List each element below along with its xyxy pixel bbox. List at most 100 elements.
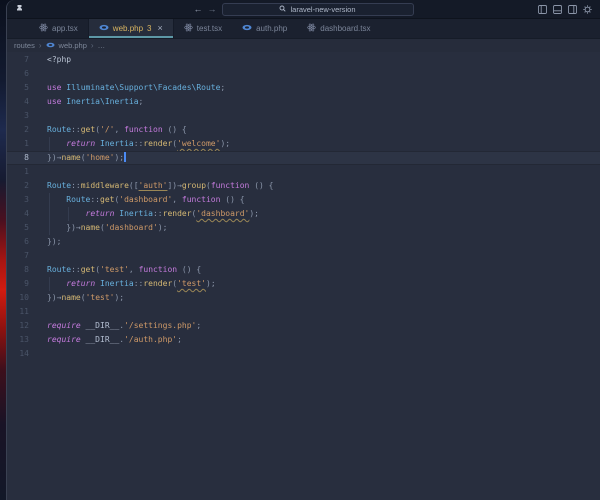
breadcrumb-tail[interactable]: … <box>98 41 106 50</box>
code-line[interactable]: 7 <?php <box>7 53 600 67</box>
line-text: require __DIR__.'/settings.php'; <box>47 319 201 333</box>
line-text: Route::get('test', function () { <box>47 263 201 277</box>
settings-gear-icon[interactable] <box>583 5 592 14</box>
line-number: 6 <box>7 67 29 81</box>
tab-app-tsx[interactable]: app.tsx <box>29 19 88 38</box>
line-text: <?php <box>47 53 71 67</box>
code-line[interactable]: 3 Route::get('dashboard', function () { <box>7 193 600 207</box>
code-line[interactable]: 2Route::middleware(['auth'])→group(funct… <box>7 179 600 193</box>
line-text: })→name('home'); <box>47 151 126 165</box>
code-line[interactable]: 4 return Inertia::render('dashboard'); <box>7 207 600 221</box>
app-icon[interactable] <box>15 0 24 18</box>
breadcrumb-file[interactable]: web.php <box>59 41 87 50</box>
chevron-right-icon: › <box>91 41 94 50</box>
code-line[interactable]: 3 <box>7 109 600 123</box>
line-number: 1 <box>7 165 29 179</box>
php-icon <box>242 23 252 34</box>
tab-label: app.tsx <box>52 24 78 33</box>
code-line[interactable]: 7 <box>7 249 600 263</box>
project-search-box[interactable]: laravel-new-version <box>222 3 414 16</box>
line-text: return Inertia::render('test'); <box>47 277 216 291</box>
toggle-right-dock-icon[interactable] <box>568 5 577 14</box>
indent-guide <box>49 193 50 207</box>
line-text: use Illuminate\Support\Facades\Route; <box>47 81 225 95</box>
chevron-right-icon: › <box>39 41 42 50</box>
indent-guide <box>68 207 69 221</box>
line-number: 5 <box>7 81 29 95</box>
line-number: 8 <box>7 151 29 165</box>
tab-label: auth.php <box>256 24 287 33</box>
title-bar: ← → laravel-new-version <box>7 0 600 19</box>
indent-guide <box>49 221 50 235</box>
line-number: 7 <box>7 249 29 263</box>
titlebar-right <box>414 5 593 14</box>
tab-bar: app.tsx web.php 3 × test.tsx auth.php <box>7 19 600 39</box>
line-number: 7 <box>7 53 29 67</box>
line-number: 11 <box>7 305 29 319</box>
code-line[interactable]: 4 use Inertia\Inertia; <box>7 95 600 109</box>
line-number: 4 <box>7 207 29 221</box>
editor-window: ← → laravel-new-version <box>6 0 600 500</box>
indent-guide <box>49 277 50 291</box>
line-text: return Inertia::render('dashboard'); <box>47 207 259 221</box>
search-icon <box>279 5 286 14</box>
toggle-left-dock-icon[interactable] <box>538 5 547 14</box>
code-line[interactable]: 5 use Illuminate\Support\Facades\Route; <box>7 81 600 95</box>
php-icon <box>99 23 109 34</box>
tab-auth-php[interactable]: auth.php <box>232 19 297 38</box>
line-number: 3 <box>7 193 29 207</box>
close-tab-icon[interactable]: × <box>158 24 163 33</box>
breadcrumb[interactable]: routes › web.php › … <box>7 39 600 52</box>
line-number: 13 <box>7 333 29 347</box>
line-number: 5 <box>7 221 29 235</box>
code-line[interactable]: 12 require __DIR__.'/settings.php'; <box>7 319 600 333</box>
back-button[interactable]: ← <box>194 3 203 15</box>
line-text: }); <box>47 235 61 249</box>
breadcrumb-root[interactable]: routes <box>14 41 35 50</box>
line-text: use Inertia\Inertia; <box>47 95 143 109</box>
code-editor[interactable]: 7<?php65use Illuminate\Support\Facades\R… <box>7 52 600 500</box>
tab-web-php[interactable]: web.php 3 × <box>88 19 174 38</box>
code-line[interactable]: 6 <box>7 67 600 81</box>
code-line[interactable]: 11 <box>7 305 600 319</box>
line-text: Route::middleware(['auth'])→group(functi… <box>47 179 273 193</box>
line-text: })→name('test'); <box>47 291 124 305</box>
indent-guide <box>49 207 50 221</box>
code-line[interactable]: 1 <box>7 165 600 179</box>
react-icon <box>307 23 316 34</box>
tab-dashboard-tsx[interactable]: dashboard.tsx <box>297 19 380 38</box>
line-text: Route::get('dashboard', function () { <box>47 193 245 207</box>
code-line[interactable]: 2 Route::get('/', function () { <box>7 123 600 137</box>
tab-label: dashboard.tsx <box>320 24 370 33</box>
code-line[interactable]: 6}); <box>7 235 600 249</box>
titlebar-center: ← → laravel-new-version <box>194 3 414 16</box>
forward-button[interactable]: → <box>208 3 217 15</box>
code-line[interactable]: 13require __DIR__.'/auth.php'; <box>7 333 600 347</box>
code-line[interactable]: 8Route::get('test', function () { <box>7 263 600 277</box>
tab-label: web.php <box>113 24 143 33</box>
text-cursor <box>124 152 126 162</box>
line-number: 14 <box>7 347 29 361</box>
code-line[interactable]: 10 })→name('test'); <box>7 291 600 305</box>
tab-test-tsx[interactable]: test.tsx <box>174 19 232 38</box>
line-number: 9 <box>7 277 29 291</box>
line-number: 2 <box>7 123 29 137</box>
toggle-bottom-dock-icon[interactable] <box>553 5 562 14</box>
code-line[interactable]: 5 })→name('dashboard'); <box>7 221 600 235</box>
line-number: 1 <box>7 137 29 151</box>
code-line-current[interactable]: 8 })→name('home'); <box>7 151 600 165</box>
line-number: 10 <box>7 291 29 305</box>
line-text: Route::get('/', function () { <box>47 123 187 137</box>
code-line[interactable]: 1 return Inertia::render('welcome'); <box>7 137 600 151</box>
code-line[interactable]: 9 return Inertia::render('test'); <box>7 277 600 291</box>
project-name: laravel-new-version <box>290 5 355 14</box>
line-number: 3 <box>7 109 29 123</box>
line-text: })→name('dashboard'); <box>47 221 167 235</box>
indent-guide <box>49 137 50 151</box>
line-number: 4 <box>7 95 29 109</box>
code-line[interactable]: 14 <box>7 347 600 361</box>
tab-badge: 3 <box>147 24 151 33</box>
react-icon <box>184 23 193 34</box>
react-icon <box>39 23 48 34</box>
line-number: 12 <box>7 319 29 333</box>
